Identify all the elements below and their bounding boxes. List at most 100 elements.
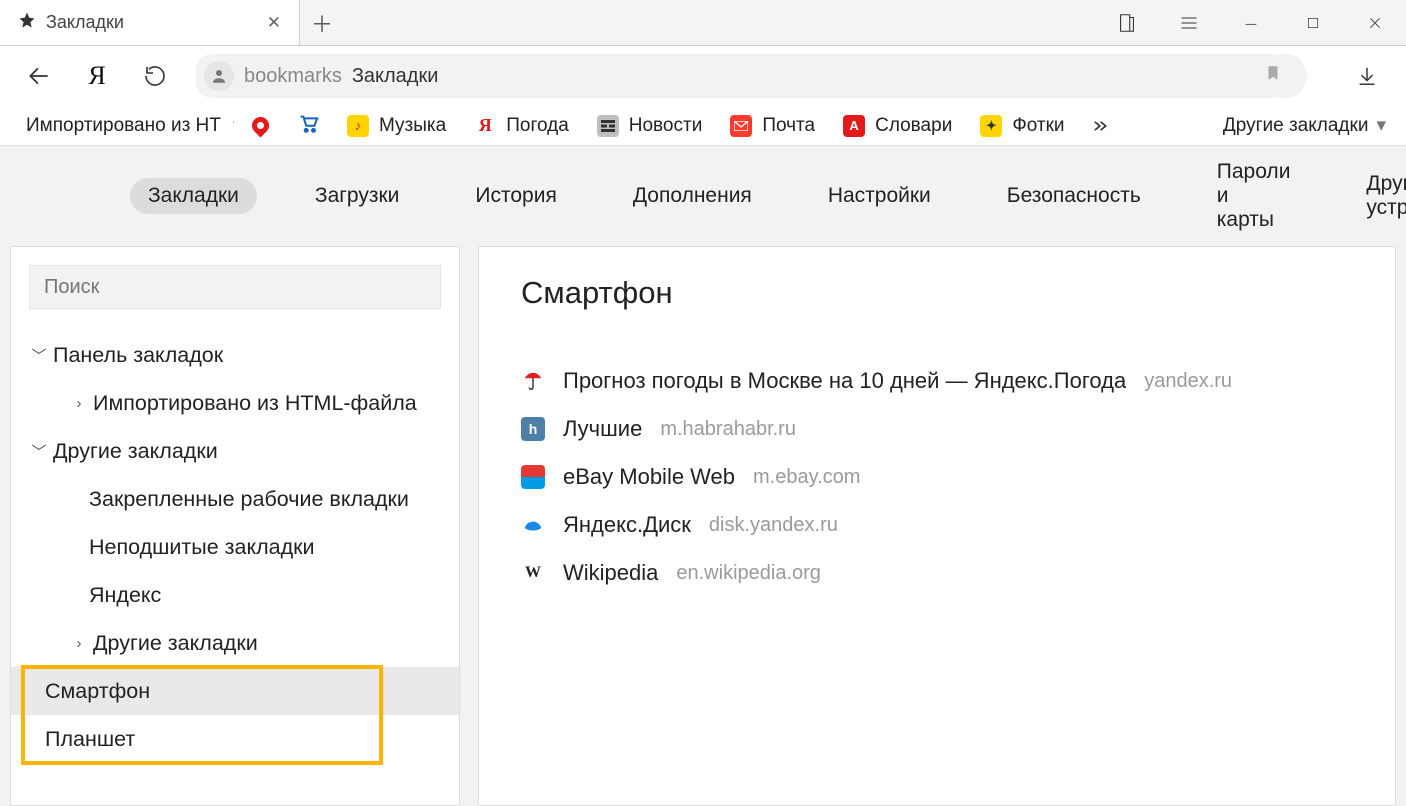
dropdown-caret-icon: ▾	[1376, 114, 1386, 137]
close-tab-icon[interactable]: ✕	[267, 14, 281, 31]
other-bookmarks-label: Другие закладки	[1223, 115, 1369, 137]
menu-icon[interactable]	[1158, 0, 1220, 45]
search-input[interactable]	[44, 276, 426, 299]
chevron-down-icon: ﹀	[29, 345, 49, 366]
tree-label: Другие закладки	[93, 631, 258, 656]
bm-label: Словари	[875, 115, 952, 137]
sidebar-search[interactable]	[29, 265, 441, 309]
downloads-button[interactable]	[1350, 59, 1384, 93]
news-icon	[597, 115, 619, 137]
tree-label: Смартфон	[45, 679, 150, 704]
bookmarks-bar-item-news[interactable]: Новости	[587, 113, 713, 139]
tree-label: Неподшитые закладки	[89, 535, 315, 560]
bookmark-flag-icon[interactable]	[1264, 63, 1282, 89]
map-pin-icon	[248, 113, 272, 137]
bookmarks-list-panel: Смартфон Прогноз погоды в Москве на 10 д…	[478, 246, 1396, 806]
new-tab-button[interactable]: ＋	[300, 0, 344, 45]
address-segment-main: Закладки	[352, 65, 439, 88]
umbrella-icon	[521, 369, 545, 393]
bookmarks-bar-item-pin[interactable]	[242, 115, 279, 136]
reload-button[interactable]	[138, 59, 172, 93]
star-icon	[18, 11, 36, 34]
close-window-button[interactable]	[1344, 0, 1406, 45]
cart-icon	[297, 112, 319, 140]
section-tab-devices[interactable]: Другие устройства	[1348, 166, 1406, 226]
tree-other-nested[interactable]: › Другие закладки	[11, 619, 459, 667]
bookmark-title: Лучшие	[563, 416, 642, 442]
folders-tree: ﹀ Панель закладок › Импортировано из HTM…	[11, 331, 459, 763]
title-bar: Закладки ✕ ＋	[0, 0, 1406, 46]
bookmarks-bar-item-cart[interactable]	[287, 110, 329, 142]
bookmark-title: Wikipedia	[563, 560, 658, 586]
tree-device-smartphone[interactable]: Смартфон	[11, 667, 459, 715]
page-heading: Смартфон	[521, 275, 1353, 311]
tree-device-tablet[interactable]: Планшет	[11, 715, 459, 763]
bookmark-domain: en.wikipedia.org	[676, 562, 821, 585]
tree-yandex[interactable]: Яндекс	[11, 571, 459, 619]
chevron-right-icon: ›	[69, 395, 89, 412]
section-tab-security[interactable]: Безопасность	[989, 178, 1159, 214]
window-controls	[1096, 0, 1406, 45]
bookmarks-bar-other[interactable]: Другие закладки ▾	[1223, 114, 1390, 137]
tree-other-bookmarks[interactable]: ﹀ Другие закладки	[11, 427, 459, 475]
mail-icon	[730, 115, 752, 137]
dropdown-caret-icon: ▾	[233, 114, 234, 137]
bookmark-domain: yandex.ru	[1144, 370, 1232, 393]
bookmarks-bar-item-photos[interactable]: ✦ Фотки	[970, 113, 1074, 139]
bookmark-title: eBay Mobile Web	[563, 464, 735, 490]
section-tabs: Закладки Загрузки История Дополнения Нас…	[0, 146, 1406, 246]
wikipedia-icon: W	[521, 561, 545, 585]
address-segment-dim: bookmarks	[244, 65, 342, 88]
section-tab-bookmarks[interactable]: Закладки	[130, 178, 257, 214]
photos-icon: ✦	[980, 115, 1002, 137]
bm-label: Новости	[629, 115, 703, 137]
tree-unfiled[interactable]: Неподшитые закладки	[11, 523, 459, 571]
bookmarks-bar-folder-imported[interactable]: Импортировано из HT ▾	[16, 112, 234, 139]
section-tab-settings[interactable]: Настройки	[810, 178, 949, 214]
bookmarks-bar-item-weather[interactable]: Я Погода	[464, 113, 579, 139]
folder-label: Импортировано из HT	[26, 115, 221, 137]
tree-label: Панель закладок	[53, 343, 223, 368]
content-area: Закладки Загрузки История Дополнения Нас…	[0, 146, 1406, 806]
reader-mode-icon[interactable]	[1096, 0, 1158, 45]
nav-toolbar: Я bookmarks Закладки	[0, 46, 1406, 106]
bm-label: Музыка	[379, 115, 446, 137]
yandex-letter-icon: Я	[88, 61, 105, 91]
tree-label: Закрепленные рабочие вкладки	[89, 487, 409, 512]
chevron-down-icon: ﹀	[29, 441, 49, 462]
bookmarks-bar-item-dictionaries[interactable]: A Словари	[833, 113, 962, 139]
bookmark-title: Прогноз погоды в Москве на 10 дней — Янд…	[563, 368, 1126, 394]
section-tab-passwords[interactable]: Пароли и карты	[1199, 154, 1309, 238]
section-tab-addons[interactable]: Дополнения	[615, 178, 770, 214]
tree-bookmarks-bar[interactable]: ﹀ Панель закладок	[11, 331, 459, 379]
address-bar[interactable]: bookmarks Закладки	[196, 54, 1294, 98]
habr-icon: h	[521, 417, 545, 441]
bookmarks-bar-overflow[interactable]	[1083, 119, 1115, 133]
tree-label: Планшет	[45, 727, 135, 752]
bookmark-row[interactable]: W Wikipedia en.wikipedia.org	[521, 549, 1353, 597]
home-button[interactable]: Я	[80, 59, 114, 93]
bookmark-row[interactable]: h Лучшие m.habrahabr.ru	[521, 405, 1353, 453]
bm-label: Фотки	[1012, 115, 1064, 137]
bm-label: Погода	[506, 115, 569, 137]
minimize-button[interactable]	[1220, 0, 1282, 45]
disk-icon	[521, 513, 545, 537]
tree-pinned-tabs[interactable]: Закрепленные рабочие вкладки	[11, 475, 459, 523]
bookmark-row[interactable]: eBay Mobile Web m.ebay.com	[521, 453, 1353, 501]
tree-imported-html[interactable]: › Импортировано из HTML-файла	[11, 379, 459, 427]
bookmarks-bar-item-music[interactable]: ♪ Музыка	[337, 113, 456, 139]
tab-title: Закладки	[46, 12, 257, 33]
site-identity-icon[interactable]	[204, 61, 234, 91]
dictionary-icon: A	[843, 115, 865, 137]
tree-label: Яндекс	[89, 583, 161, 608]
bookmark-row[interactable]: Прогноз погоды в Москве на 10 дней — Янд…	[521, 357, 1353, 405]
bookmark-domain: m.habrahabr.ru	[660, 418, 796, 441]
browser-tab-active[interactable]: Закладки ✕	[0, 0, 300, 45]
bookmark-row[interactable]: Яндекс.Диск disk.yandex.ru	[521, 501, 1353, 549]
section-tab-history[interactable]: История	[457, 178, 574, 214]
back-button[interactable]	[22, 59, 56, 93]
maximize-button[interactable]	[1282, 0, 1344, 45]
bookmarks-bar-item-mail[interactable]: Почта	[720, 113, 825, 139]
yandex-icon: Я	[474, 115, 496, 137]
section-tab-downloads[interactable]: Загрузки	[297, 178, 418, 214]
